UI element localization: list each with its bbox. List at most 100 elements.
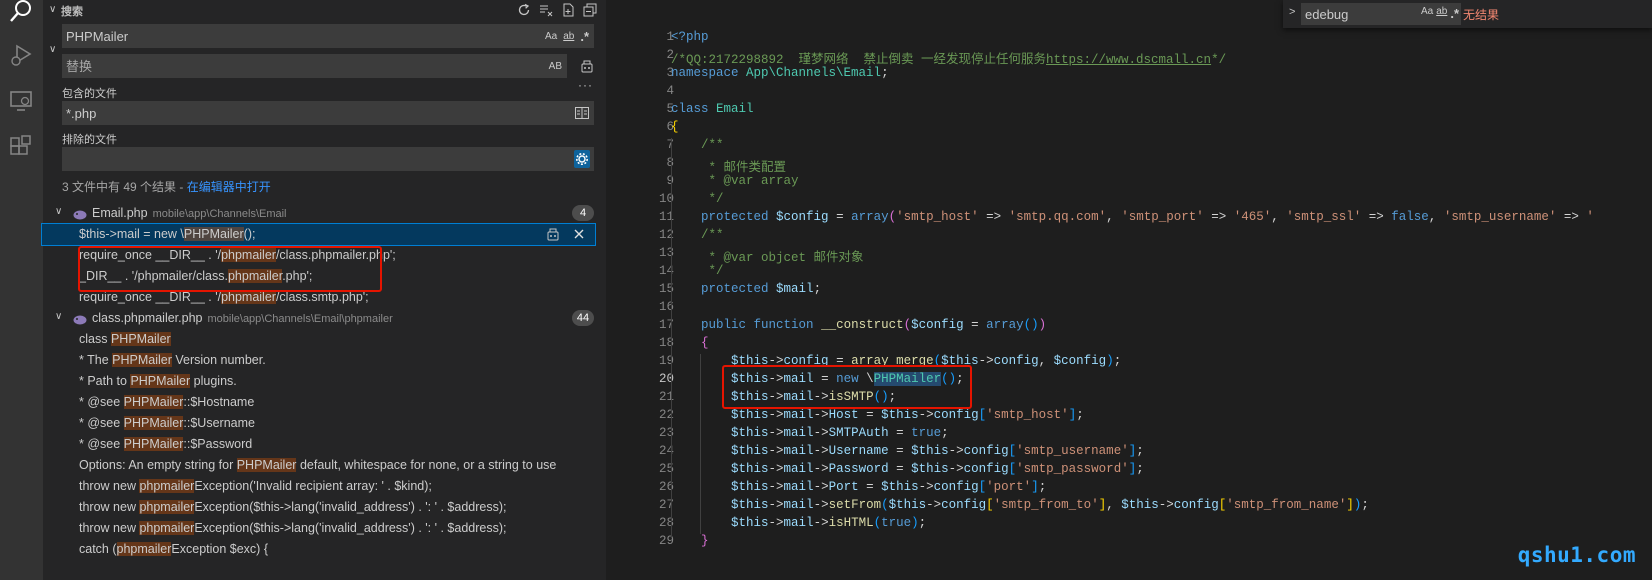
php-file-icon	[73, 312, 87, 325]
chevron-down-icon[interactable]: ∨	[55, 206, 62, 217]
exclude-input[interactable]	[62, 147, 526, 171]
match-item[interactable]: $this->mail = new \PHPMailer();	[41, 223, 596, 246]
line-number: 12	[658, 228, 674, 242]
match-item[interactable]: * Path to PHPMailer plugins.	[79, 371, 599, 392]
file-result-class-phpmailer[interactable]: ∨ class.phpmailer.php mobile\app\Channels…	[43, 308, 606, 328]
code-line: protected $config = array('smtp_host' =>…	[701, 210, 1594, 224]
chevron-down-icon[interactable]: ∨	[49, 4, 56, 15]
preserve-case-toggle[interactable]: AB	[548, 57, 563, 75]
line-number: 28	[658, 516, 674, 530]
match-text: * Path to	[79, 374, 131, 388]
match-item[interactable]: throw new phpmailerException('Invalid re…	[79, 476, 599, 497]
remote-explorer-icon[interactable]	[6, 86, 36, 116]
more-options-icon[interactable]: ···	[578, 78, 593, 92]
find-widget: > Aa ab .* 无结果	[1283, 0, 1652, 28]
line-number: 15	[658, 282, 674, 296]
file-path: mobile\app\Channels\Email\phpmailer	[207, 313, 393, 325]
match-whole-word-toggle[interactable]: ab	[562, 27, 575, 45]
line-number: 26	[658, 480, 674, 494]
match-item[interactable]: * @see PHPMailer::$Hostname	[79, 392, 599, 413]
toggle-replace-icon[interactable]: >	[1289, 6, 1295, 18]
watermark: qshu1.com	[1517, 543, 1636, 567]
open-in-editor-link[interactable]: 在编辑器中打开	[187, 180, 271, 194]
find-status: 无结果	[1463, 8, 1500, 22]
line-number: 8	[614, 156, 674, 170]
refresh-icon[interactable]	[516, 2, 532, 18]
dismiss-match-icon[interactable]	[571, 226, 587, 242]
line-number: 19	[658, 354, 674, 368]
replace-input[interactable]	[62, 54, 526, 78]
line-number: 23	[658, 426, 674, 440]
code-editor[interactable]: 1 2 3 4 5 6 7 8 9 10 11 12 13 14 15 16 1…	[606, 0, 1652, 580]
extensions-icon[interactable]	[6, 132, 36, 162]
match-text: Version number.	[171, 353, 266, 367]
code-line: * @var objcet 邮件对象	[671, 251, 864, 265]
line-number: 1	[666, 30, 674, 44]
line-number: 22	[658, 408, 674, 422]
match-item[interactable]: * @see PHPMailer::$Password	[79, 434, 599, 455]
collapse-all-icon[interactable]	[582, 2, 598, 18]
match-item[interactable]: throw new phpmailerException($this->lang…	[79, 518, 599, 539]
code-line: /**	[701, 228, 724, 242]
use-regex-toggle[interactable]: .*	[1450, 6, 1459, 21]
replace-field: AB	[62, 54, 567, 78]
use-exclude-settings-icon[interactable]	[574, 150, 590, 168]
code-line: $this->mail->Port = $this->config['port'…	[731, 480, 1047, 494]
run-debug-icon[interactable]	[6, 40, 36, 70]
line-number: 9	[614, 174, 674, 188]
match-text: * @see	[79, 416, 124, 430]
match-count-badge: 4	[572, 205, 594, 221]
line-number: 21	[658, 390, 674, 404]
code-line: class Email	[671, 102, 754, 116]
replace-all-icon[interactable]	[579, 58, 595, 74]
code-line: $this->mail->setFrom($this->config['smtp…	[731, 498, 1369, 512]
match-text: class	[79, 332, 111, 346]
match-text: default, whitespace for none, or a strin…	[296, 458, 557, 472]
match-text: plugins.	[190, 374, 237, 388]
match-text: require_once __DIR__ . '/	[79, 290, 222, 304]
file-result-email[interactable]: ∨ Email.php mobile\app\Channels\Email 4	[43, 203, 606, 223]
code-line: */	[671, 264, 724, 278]
match-whole-word-toggle[interactable]: ab	[1436, 6, 1447, 21]
new-search-editor-icon[interactable]	[560, 2, 576, 18]
results-count-text: 3 文件中有 49 个结果 -	[62, 180, 187, 194]
code-line: * 邮件类配置	[671, 161, 787, 175]
toggle-replace-icon[interactable]: ∨	[49, 44, 56, 55]
chevron-down-icon[interactable]: ∨	[55, 311, 62, 322]
file-name: class.phpmailer.php	[92, 311, 203, 325]
include-input[interactable]	[62, 101, 526, 125]
use-regex-toggle[interactable]: .*	[579, 27, 590, 45]
search-icon[interactable]	[6, 0, 36, 26]
match-text: $this->mail = new \	[79, 227, 184, 241]
line-number: 6	[666, 120, 674, 134]
find-input[interactable]	[1301, 3, 1397, 25]
search-input[interactable]	[62, 24, 526, 48]
line-number: 29	[658, 534, 674, 548]
line-number: 11	[658, 210, 674, 224]
match-item[interactable]: * The PHPMailer Version number.	[79, 350, 599, 371]
clear-results-icon[interactable]	[538, 2, 554, 18]
code-line: {	[671, 120, 679, 134]
annotation-box	[78, 246, 382, 292]
exclude-field	[62, 147, 594, 171]
match-item[interactable]: Options: An empty string for PHPMailer d…	[79, 455, 599, 476]
match-highlight: PHPMailer	[130, 374, 191, 388]
include-label: 包含的文件	[62, 88, 117, 100]
panel-title: 搜索	[61, 6, 83, 18]
match-case-toggle[interactable]: Aa	[1421, 6, 1433, 21]
php-file-icon	[73, 207, 87, 220]
match-highlight: PHPMailer	[183, 227, 244, 241]
match-text: ();	[243, 227, 256, 241]
match-case-toggle[interactable]: Aa	[544, 27, 558, 45]
replace-match-icon[interactable]	[545, 226, 561, 242]
match-item[interactable]: catch (phpmailerException $exc) {	[79, 539, 599, 560]
match-text: throw new	[79, 479, 140, 493]
match-item[interactable]: * @see PHPMailer::$Username	[79, 413, 599, 434]
match-text: ::$Username	[183, 416, 255, 430]
code-line: }	[701, 534, 709, 548]
match-item[interactable]: class PHPMailer	[79, 329, 599, 350]
open-editors-only-icon[interactable]	[574, 104, 590, 122]
code-line: */	[671, 192, 724, 206]
match-item[interactable]: throw new phpmailerException($this->lang…	[79, 497, 599, 518]
code-line: public function __construct($config = ar…	[701, 318, 1047, 332]
